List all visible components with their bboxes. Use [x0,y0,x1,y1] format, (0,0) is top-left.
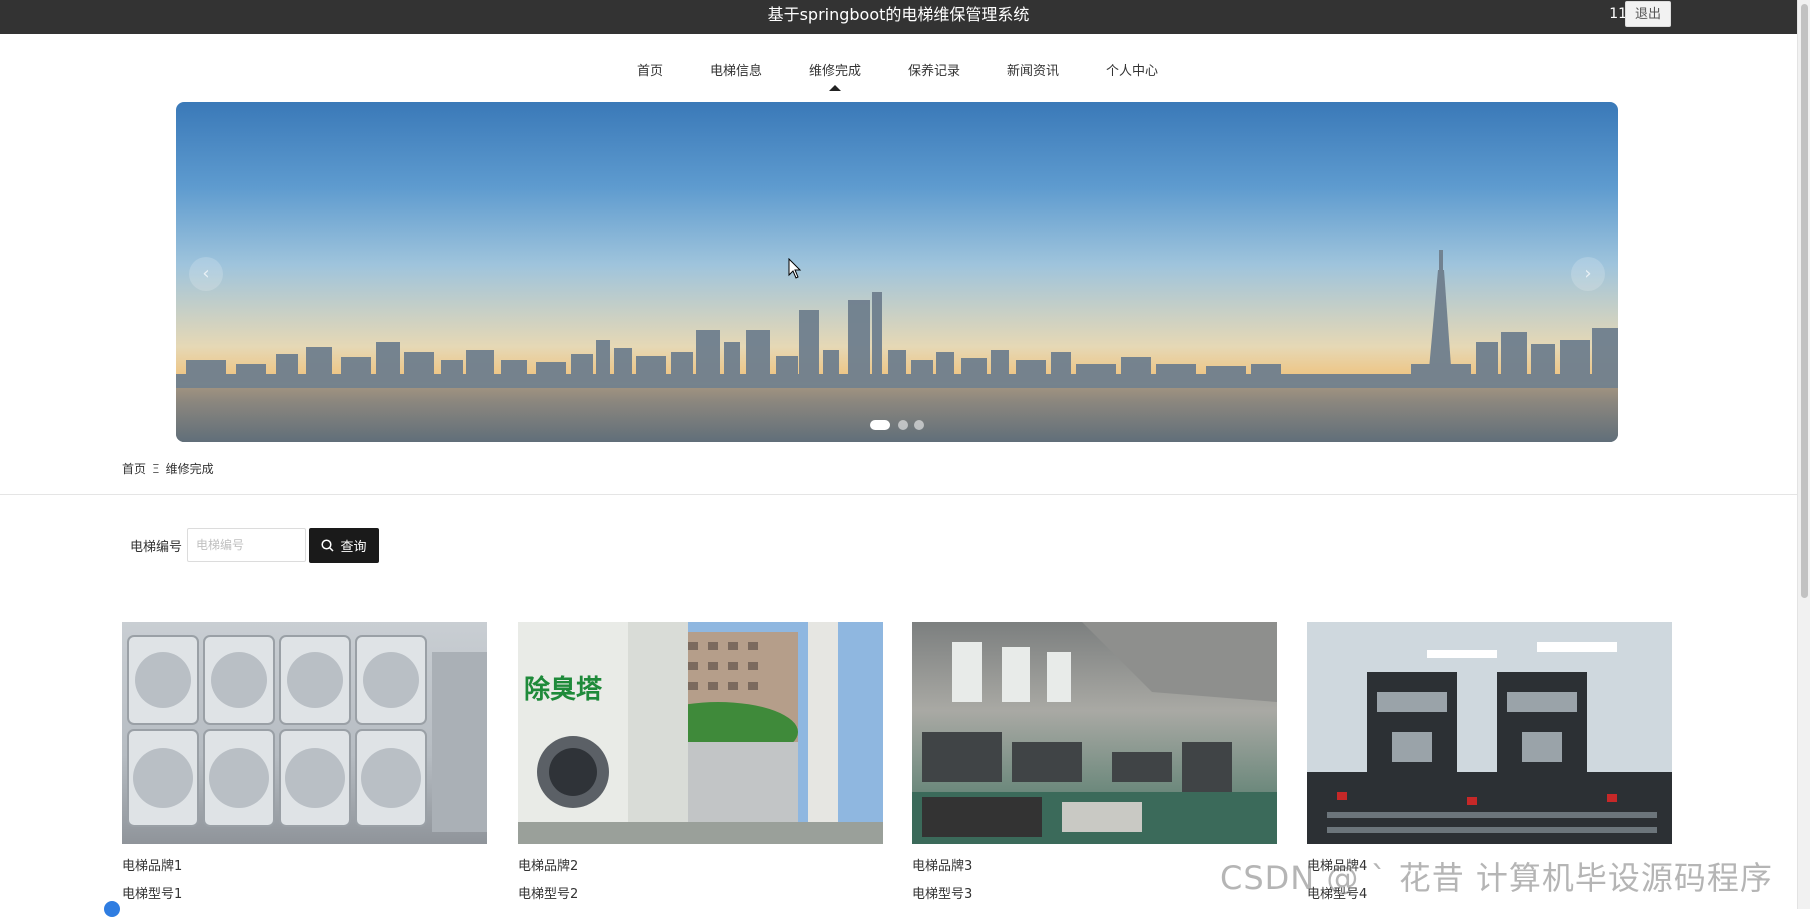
city-skyline-image [176,250,1618,442]
nav-item-news[interactable]: 新闻资讯 [1007,60,1059,79]
card-model: 电梯型号1 [122,887,183,902]
carousel-dot-3[interactable] [914,420,924,430]
scrollbar-thumb[interactable] [1801,4,1808,598]
card-brand[interactable]: 电梯品牌1 [122,855,182,874]
elevator-card[interactable]: 除臭塔 电梯品牌2 电梯型号2 [518,622,883,909]
carousel-dot-2[interactable] [898,420,908,430]
card-brand[interactable]: 电梯品牌2 [518,855,578,874]
breadcrumb: 首页 Ξ 维修完成 [122,460,214,477]
main-nav: 首页 电梯信息 维修完成 保养记录 新闻资讯 个人中心 [0,52,1797,92]
machinery-image[interactable] [1307,622,1672,844]
site-title: 基于springboot的电梯维保管理系统 [767,5,1030,24]
image-text: 除臭塔 [524,674,603,705]
nav-item-home[interactable]: 首页 [637,60,663,79]
banner-carousel[interactable]: ‹ › [176,102,1618,442]
carousel-dot-1[interactable] [870,420,890,430]
card-model: 电梯型号3 [912,887,973,902]
logout-button[interactable]: 退出 [1625,1,1671,27]
watermark: CSDN @ ` 花昔 计算机毕设源码程序 [1220,859,1773,897]
card-model: 电梯型号2 [518,887,579,902]
elevator-card[interactable]: 电梯品牌1 电梯型号1 [122,622,487,909]
water-tank-image[interactable] [122,622,487,844]
nav-item-repair-complete[interactable]: 维修完成 [809,60,861,91]
search-button-label: 查询 [340,540,367,555]
search-label: 电梯编号 [130,540,183,555]
search-icon [321,539,335,552]
breadcrumb-separator-icon: Ξ [152,462,160,476]
carousel-prev-button[interactable]: ‹ [189,257,223,291]
divider [0,494,1797,495]
page-scrollbar[interactable] [1797,0,1810,909]
elevator-number-input[interactable] [187,528,306,562]
deodorization-tower-image[interactable]: 除臭塔 [518,622,883,844]
carousel-next-button[interactable]: › [1571,257,1605,291]
card-brand[interactable]: 电梯品牌3 [912,855,972,874]
nav-item-elevator-info[interactable]: 电梯信息 [710,60,762,79]
factory-interior-image[interactable] [912,622,1277,844]
mouse-cursor-icon [788,258,802,279]
nav-item-maintenance-records[interactable]: 保养记录 [908,60,960,79]
top-bar: 基于springboot的电梯维保管理系统 111 退出 [0,0,1797,34]
breadcrumb-current: 维修完成 [165,462,214,476]
nav-item-personal-center[interactable]: 个人中心 [1106,60,1158,79]
floating-action-icon[interactable] [104,901,120,917]
breadcrumb-home[interactable]: 首页 [122,462,146,476]
search-button[interactable]: 查询 [309,528,379,563]
